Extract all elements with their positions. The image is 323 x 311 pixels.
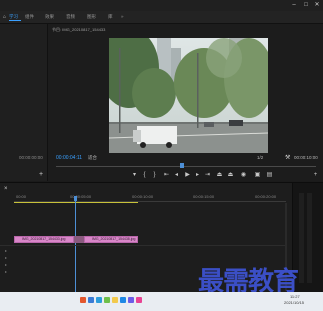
- app-icon[interactable]: [128, 297, 134, 303]
- tab-assembly[interactable]: 组件: [25, 14, 34, 20]
- go-to-in-icon[interactable]: ⇤: [163, 172, 170, 178]
- close-icon[interactable]: ✕: [313, 2, 321, 9]
- tab-libraries[interactable]: 库: [108, 14, 113, 20]
- transition-marker[interactable]: [74, 236, 84, 243]
- taskbar: 11:27 2021/10/15: [0, 292, 323, 311]
- app-icon[interactable]: [112, 297, 118, 303]
- overlay-icon[interactable]: ▣: [254, 172, 261, 178]
- marker-icon[interactable]: ▾: [131, 172, 138, 178]
- close-sequence-icon[interactable]: ×: [4, 186, 8, 192]
- title-bar: – □ ✕: [0, 0, 323, 11]
- add-button-icon[interactable]: +: [312, 172, 319, 178]
- clip-2-label: IMG_20210817_154438.jpg: [92, 237, 136, 241]
- track-tool-icon[interactable]: ▸: [5, 262, 7, 267]
- ruler-mark-3: 00:00:15:00: [193, 194, 215, 199]
- comparison-icon[interactable]: ▤: [266, 172, 273, 178]
- app-icon[interactable]: [80, 297, 86, 303]
- workspace-tabs: ⌂ 学习 组件 效果 音频 图形 库 »: [0, 11, 323, 24]
- clip-1-label: IMG_20210817_154433.jpg: [22, 237, 66, 241]
- add-icon[interactable]: +: [39, 171, 43, 178]
- go-to-out-icon[interactable]: ⇥: [204, 172, 211, 178]
- track-tool-icon[interactable]: ▸: [5, 248, 7, 253]
- duration-timecode: 00:00:10:00: [294, 155, 318, 160]
- quality-dropdown[interactable]: 1/2: [257, 155, 263, 160]
- audio-meter-left: [299, 193, 304, 283]
- fit-dropdown[interactable]: 适合: [88, 155, 97, 161]
- monitor-scrubber[interactable]: [56, 166, 316, 167]
- mark-out-icon[interactable]: }: [151, 172, 158, 178]
- lift-icon[interactable]: ⏏: [216, 172, 223, 178]
- source-panel: 00:00:00:00 +: [0, 24, 48, 181]
- play-icon[interactable]: ▶: [184, 172, 191, 178]
- wrench-icon[interactable]: ⚒: [285, 154, 290, 161]
- home-icon[interactable]: ⌂: [3, 14, 6, 20]
- ruler-mark-2: 00:00:10:00: [132, 194, 154, 199]
- app-icon[interactable]: [104, 297, 110, 303]
- tab-graphics[interactable]: 图形: [87, 14, 96, 20]
- tab-audio[interactable]: 音频: [66, 14, 75, 20]
- timeline-panel: × 00:00 00:00:05:00 00:00:10:00 00:00:15…: [0, 182, 323, 297]
- work-area-bar[interactable]: [14, 202, 138, 203]
- monitor-title[interactable]: 节目: IMG_20210817_154433: [52, 27, 105, 33]
- step-back-icon[interactable]: ◂: [173, 172, 180, 178]
- active-tab-underline: [9, 20, 21, 21]
- current-timecode[interactable]: 00:00:04:11: [56, 155, 82, 161]
- clip-1[interactable]: IMG_20210817_154433.jpg: [14, 236, 74, 243]
- export-frame-icon[interactable]: ◉: [240, 172, 247, 178]
- playhead-line: [75, 201, 76, 293]
- tab-more[interactable]: »: [121, 14, 124, 19]
- clock-time[interactable]: 11:27: [290, 294, 300, 299]
- clip-2[interactable]: IMG_20210817_154438.jpg: [84, 236, 138, 243]
- extract-icon[interactable]: ⏏: [227, 172, 234, 178]
- tab-effects[interactable]: 效果: [45, 14, 54, 20]
- maximize-icon[interactable]: □: [302, 2, 310, 9]
- app-icon[interactable]: [136, 297, 142, 303]
- track-tool-icon[interactable]: ▸: [5, 269, 7, 274]
- video-frame: [109, 38, 268, 153]
- clock-date[interactable]: 2021/10/15: [284, 300, 304, 305]
- track-tool-icon[interactable]: ▸: [5, 255, 7, 260]
- ruler-mark-4: 00:00:20:00: [255, 194, 277, 199]
- minimize-icon[interactable]: –: [290, 2, 298, 9]
- app-icon[interactable]: [96, 297, 102, 303]
- track-divider: [0, 245, 286, 246]
- monitor-playhead[interactable]: [180, 163, 184, 168]
- app-icon[interactable]: [88, 297, 94, 303]
- audio-meter-right: [307, 193, 312, 283]
- step-forward-icon[interactable]: ▸: [194, 172, 201, 178]
- source-timecode: 00:00:00:00: [19, 155, 43, 160]
- app-icon[interactable]: [120, 297, 126, 303]
- ruler-start: 00:00: [16, 194, 27, 199]
- mark-in-icon[interactable]: {: [141, 172, 148, 178]
